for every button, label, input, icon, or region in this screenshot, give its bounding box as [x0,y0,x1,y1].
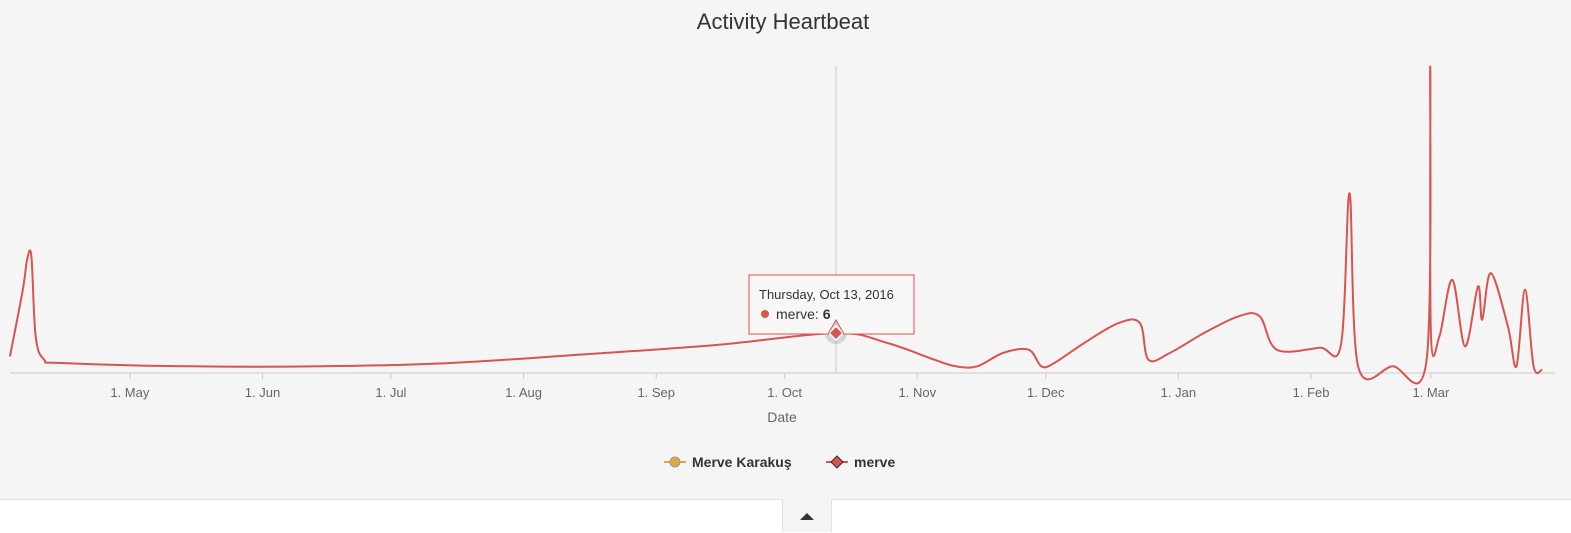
x-tick-label: 1. Aug [505,385,542,400]
legend-item-merve[interactable]: merve [826,454,895,470]
x-tick-label: 1. Oct [767,385,802,400]
x-tick-label: 1. Feb [1293,385,1330,400]
collapse-toggle-button[interactable] [782,499,832,532]
tooltip-series-dot-icon [761,310,769,318]
legend-label-merve-karakus: Merve Karakuş [692,454,792,470]
x-axis-title: Date [767,409,797,425]
legend-label-merve: merve [854,454,895,470]
tooltip-colon: : [815,306,823,322]
legend: Merve Karakuş merve [664,454,895,470]
x-tick-label: 1. Jun [245,385,280,400]
caret-up-icon [800,513,814,520]
x-tick-label: 1. Dec [1027,385,1065,400]
tooltip-series-name: merve [776,306,815,322]
x-tick-label: 1. Mar [1412,385,1450,400]
circle-marker-icon [669,456,681,468]
x-axis-ticks: 1. May 1. Jun 1. Jul 1. Aug 1. Sep 1. Oct 1. N… [110,373,1450,400]
chart-title: Activity Heartbeat [697,9,869,34]
tooltip-value: 6 [823,306,831,322]
x-tick-label: 1. Jul [375,385,406,400]
x-tick-label: 1. Jan [1161,385,1196,400]
tooltip-series-line: merve: 6 [776,306,831,322]
x-tick-label: 1. May [110,385,150,400]
tooltip-date: Thursday, Oct 13, 2016 [759,287,894,302]
series-line-merve[interactable] [9,65,1544,385]
tooltip-box [748,274,915,335]
tooltip: Thursday, Oct 13, 2016 merve: 6 [748,274,915,335]
x-tick-label: 1. Sep [637,385,675,400]
diamond-marker-icon [830,455,844,469]
heartbeat-chart: Activity Heartbeat 1. May 1. Jun 1. Jul 1. … [9,9,1555,470]
x-tick-label: 1. Nov [899,385,937,400]
legend-item-merve-karakus[interactable]: Merve Karakuş [664,454,792,470]
